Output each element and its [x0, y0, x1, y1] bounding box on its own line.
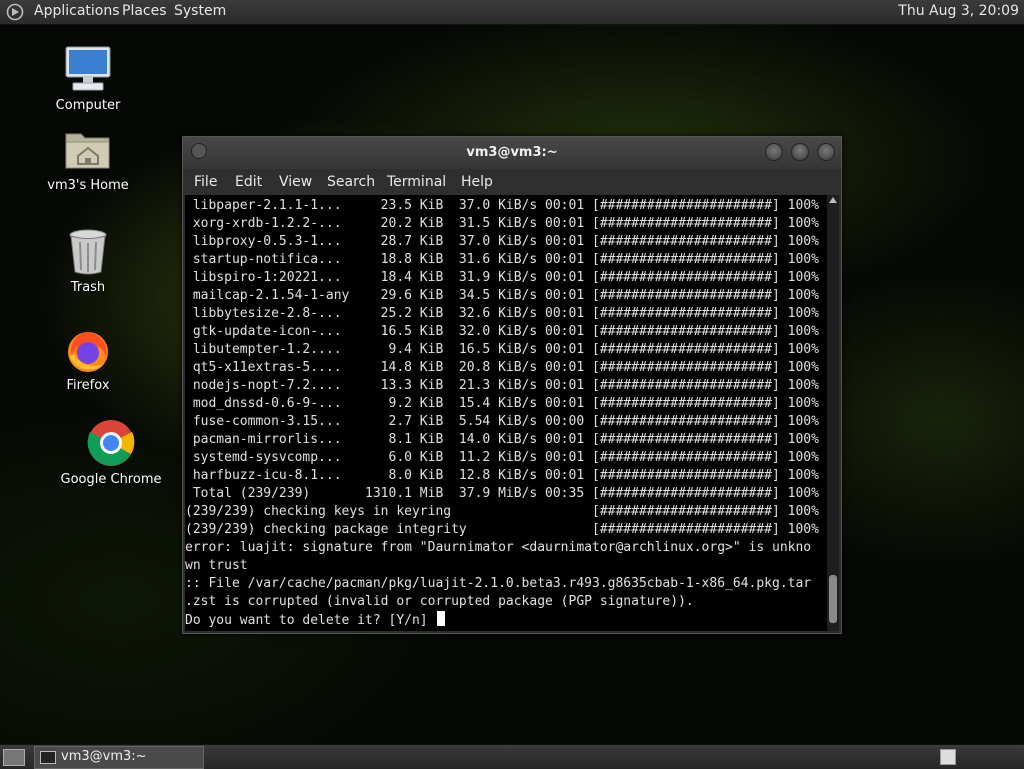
terminal-line: gtk-update-icon-... 16.5 KiB 32.0 KiB/s …: [185, 324, 819, 339]
minimize-button[interactable]: [765, 143, 783, 161]
desktop-icon-home[interactable]: vm3's Home: [33, 126, 143, 193]
menu-view[interactable]: View: [279, 174, 312, 190]
menu-edit[interactable]: Edit: [235, 174, 262, 190]
terminal-line: xorg-xrdb-1.2.2-... 20.2 KiB 31.5 KiB/s …: [185, 216, 819, 231]
top-panel: Applications Places System Thu Aug 3, 20…: [0, 0, 1024, 25]
taskbar-window-button[interactable]: vm3@vm3:~: [34, 746, 204, 769]
chrome-icon: [87, 420, 135, 466]
terminal-line: wn trust: [185, 558, 248, 573]
desktop-icon-label: Google Chrome: [60, 472, 162, 487]
close-button[interactable]: [817, 143, 835, 161]
terminal-prompt-line: Do you want to delete it? [Y/n]: [185, 611, 819, 629]
home-folder-icon: [65, 133, 110, 169]
taskbar-window-label: vm3@vm3:~: [61, 749, 147, 764]
terminal-line: libbytesize-2.8-... 25.2 KiB 32.6 KiB/s …: [185, 306, 819, 321]
maximize-button[interactable]: [791, 143, 809, 161]
terminal-window[interactable]: vm3@vm3:~ File Edit View Search Terminal…: [182, 136, 842, 634]
terminal-line: error: luajit: signature from "Daurnimat…: [185, 540, 812, 555]
terminal-menubar: File Edit View Search Terminal Help: [183, 169, 841, 195]
terminal-scrollbar[interactable]: [827, 195, 839, 631]
terminal-line: libspiro-1:20221... 18.4 KiB 31.9 KiB/s …: [185, 270, 819, 285]
scroll-up-arrow-icon[interactable]: [829, 197, 837, 203]
menu-search[interactable]: Search: [327, 174, 375, 190]
desktop-icon-label: vm3's Home: [47, 178, 129, 193]
window-titlebar[interactable]: vm3@vm3:~: [183, 137, 841, 169]
clock[interactable]: Thu Aug 3, 20:09: [898, 3, 1019, 19]
window-title: vm3@vm3:~: [466, 145, 558, 160]
terminal-lines: libpaper-2.1.1-1... 23.5 KiB 37.0 KiB/s …: [185, 197, 819, 629]
system-menu[interactable]: System: [174, 3, 226, 19]
show-desktop-icon[interactable]: [3, 749, 25, 766]
terminal-line: (239/239) checking package integrity [##…: [185, 522, 819, 537]
workspace-switcher[interactable]: [940, 749, 956, 765]
terminal-output[interactable]: libpaper-2.1.1-1... 23.5 KiB 37.0 KiB/s …: [185, 195, 827, 631]
terminal-cursor: [437, 611, 446, 626]
menu-terminal[interactable]: Terminal: [387, 174, 446, 190]
terminal-line: libutempter-1.2.... 9.4 KiB 16.5 KiB/s 0…: [185, 342, 819, 357]
applications-menu[interactable]: Applications: [34, 3, 120, 19]
terminal-line: libpaper-2.1.1-1... 23.5 KiB 37.0 KiB/s …: [185, 198, 819, 213]
terminal-line: :: File /var/cache/pacman/pkg/luajit-2.1…: [185, 576, 812, 591]
terminal-line: .zst is corrupted (invalid or corrupted …: [185, 594, 694, 609]
trash-icon: [69, 229, 107, 275]
terminal-icon: [40, 751, 56, 764]
terminal-line: pacman-mirrorlis... 8.1 KiB 14.0 KiB/s 0…: [185, 432, 819, 447]
menu-help[interactable]: Help: [461, 174, 493, 190]
desktop-icon-label: Firefox: [66, 378, 110, 393]
firefox-icon: [68, 332, 108, 372]
terminal-line: nodejs-nopt-7.2.... 13.3 KiB 21.3 KiB/s …: [185, 378, 819, 393]
terminal-line: Total (239/239) 1310.1 MiB 37.9 MiB/s 00…: [185, 486, 819, 501]
desktop-icon-firefox[interactable]: Firefox: [33, 326, 143, 393]
menu-file[interactable]: File: [194, 174, 217, 190]
desktop-icon-trash[interactable]: Trash: [33, 228, 143, 295]
terminal-prompt: Do you want to delete it? [Y/n]: [185, 613, 436, 628]
terminal-line: qt5-x11extras-5.... 14.8 KiB 20.8 KiB/s …: [185, 360, 819, 375]
bottom-panel: vm3@vm3:~: [0, 744, 1024, 769]
places-menu[interactable]: Places: [122, 3, 167, 19]
terminal-line: startup-notifica... 18.8 KiB 31.6 KiB/s …: [185, 252, 819, 267]
terminal-line: mod_dnssd-0.6-9-... 9.2 KiB 15.4 KiB/s 0…: [185, 396, 819, 411]
terminal-line: libproxy-0.5.3-1... 28.7 KiB 37.0 KiB/s …: [185, 234, 819, 249]
desktop-icon-chrome[interactable]: Google Chrome: [56, 418, 166, 487]
computer-icon: [65, 46, 111, 91]
terminal-line: mailcap-2.1.54-1-any 29.6 KiB 34.5 KiB/s…: [185, 288, 819, 303]
terminal-line: harfbuzz-icu-8.1... 8.0 KiB 12.8 KiB/s 0…: [185, 468, 819, 483]
desktop-icon-computer[interactable]: Computer: [33, 44, 143, 113]
desktop-icon-label: Trash: [70, 280, 106, 295]
terminal-line: systemd-sysvcomp... 6.0 KiB 11.2 KiB/s 0…: [185, 450, 819, 465]
terminal-line: fuse-common-3.15... 2.7 KiB 5.54 KiB/s 0…: [185, 414, 819, 429]
scrollbar-thumb[interactable]: [829, 575, 837, 623]
gnome-foot-icon[interactable]: [6, 3, 24, 21]
terminal-line: (239/239) checking keys in keyring [####…: [185, 504, 819, 519]
desktop-icon-label: Computer: [55, 98, 121, 113]
